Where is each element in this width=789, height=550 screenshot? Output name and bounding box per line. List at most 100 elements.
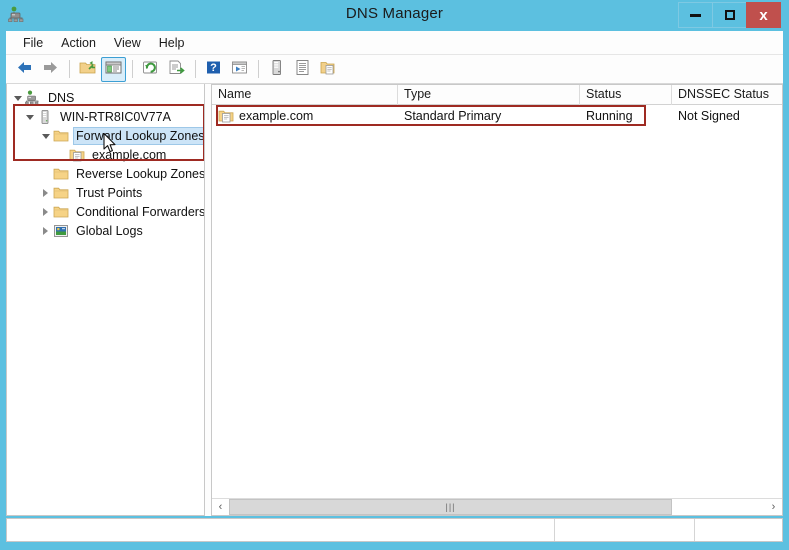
title-bar: DNS Manager x <box>0 0 789 31</box>
tree-expander[interactable] <box>39 126 52 145</box>
scrollbar-thumb[interactable]: ||| <box>229 499 672 515</box>
back-arrow-icon <box>15 59 34 79</box>
toolbar-properties-button[interactable] <box>290 57 315 82</box>
chevron-down-icon <box>25 115 34 120</box>
chevron-right-icon <box>43 207 48 216</box>
tree-node-label: Forward Lookup Zones <box>73 126 204 145</box>
menu-bar: File Action View Help <box>6 31 783 55</box>
run-icon <box>230 59 249 79</box>
svg-text:?: ? <box>210 62 217 74</box>
console-tree-pane[interactable]: DNS WIN-RTR8IC0V77A Forward Lookup Zones… <box>6 84 205 516</box>
menu-file[interactable]: File <box>14 33 52 53</box>
zone-list-pane[interactable]: Name Type Status DNSSEC Status example.c… <box>211 84 783 516</box>
column-header-name[interactable]: Name <box>212 85 398 105</box>
window-title: DNS Manager <box>345 5 444 22</box>
folder-icon <box>52 203 69 220</box>
server-icon <box>267 59 286 79</box>
status-bar <box>6 518 783 542</box>
toolbar-run-button[interactable] <box>227 57 252 82</box>
show-hide-console-tree-icon <box>104 59 123 79</box>
scroll-right-button[interactable]: › <box>765 499 782 515</box>
toolbar-separator <box>132 60 133 78</box>
properties-icon <box>293 59 312 79</box>
cell-dnssec-status: Not Signed <box>678 108 740 123</box>
tree-expander[interactable] <box>39 221 52 240</box>
cell-type: Standard Primary <box>404 108 502 123</box>
cell-status: Running <box>586 108 633 123</box>
scrollbar-track[interactable]: ||| <box>229 499 765 515</box>
tree-node-label: Trust Points <box>76 185 143 200</box>
scroll-left-button[interactable]: ‹ <box>212 499 229 515</box>
toolbar-separator <box>69 60 70 78</box>
status-segment-2 <box>555 519 695 541</box>
global-logs-icon <box>52 222 69 239</box>
help-icon: ? <box>204 59 223 79</box>
toolbar-back-button[interactable] <box>12 57 37 82</box>
minimize-button[interactable] <box>678 2 713 28</box>
zone-icon <box>68 146 85 163</box>
folder-icon <box>52 165 69 182</box>
tree-node-label: Reverse Lookup Zones <box>76 166 205 181</box>
toolbar-up-one-level-button[interactable] <box>75 57 100 82</box>
toolbar-new-zone-button[interactable] <box>316 57 341 82</box>
dns-manager-window: DNS Manager x File Action View Help ? DN… <box>0 0 789 550</box>
chevron-down-icon <box>41 134 50 139</box>
table-row[interactable]: example.com Standard Primary Running Not… <box>212 106 782 125</box>
refresh-icon <box>141 59 160 79</box>
chevron-right-icon <box>43 188 48 197</box>
server-icon <box>36 108 53 125</box>
export-list-icon <box>167 59 186 79</box>
tree-node-dns[interactable]: DNS <box>7 88 204 107</box>
tree-node-example-com[interactable]: example.com <box>7 145 204 164</box>
tree-node-reverse-lookup-zones[interactable]: Reverse Lookup Zones <box>7 164 204 183</box>
zone-icon <box>218 108 234 124</box>
toolbar-export-list-button[interactable] <box>164 57 189 82</box>
horizontal-scrollbar[interactable]: ‹ ||| › <box>212 498 782 515</box>
tree-node-forward-lookup-zones[interactable]: Forward Lookup Zones <box>7 126 204 145</box>
toolbar-show-hide-tree-button[interactable] <box>101 56 126 82</box>
tree-node-global-logs[interactable]: Global Logs <box>7 221 204 240</box>
tree-node-server[interactable]: WIN-RTR8IC0V77A <box>7 107 204 126</box>
status-segment-1 <box>7 519 555 541</box>
cell-name-text: example.com <box>239 108 314 123</box>
cell-name: example.com <box>212 108 398 124</box>
tree-expander[interactable] <box>23 107 36 126</box>
toolbar-forward-button[interactable] <box>38 57 63 82</box>
tree-expander[interactable] <box>11 88 24 107</box>
tree-expander[interactable] <box>39 183 52 202</box>
toolbar-separator <box>195 60 196 78</box>
tree-expander-placeholder <box>39 164 52 183</box>
menu-action[interactable]: Action <box>52 33 105 53</box>
tree-expander[interactable] <box>39 202 52 221</box>
list-header: Name Type Status DNSSEC Status <box>212 85 782 105</box>
tree-node-label: DNS <box>48 90 75 105</box>
menu-help[interactable]: Help <box>150 33 194 53</box>
column-header-dnssec-status[interactable]: DNSSEC Status <box>672 85 782 105</box>
toolbar-separator <box>258 60 259 78</box>
tree-node-label: Global Logs <box>76 223 143 238</box>
minimize-icon <box>690 13 701 17</box>
toolbar-new-server-button[interactable] <box>264 57 289 82</box>
tree-node-label: WIN-RTR8IC0V77A <box>60 109 171 124</box>
maximize-button[interactable] <box>712 2 747 28</box>
scrollbar-grip: ||| <box>445 502 456 512</box>
new-zone-icon <box>319 59 338 79</box>
window-controls: x <box>678 2 781 28</box>
column-header-type[interactable]: Type <box>398 85 580 105</box>
tree-node-trust-points[interactable]: Trust Points <box>7 183 204 202</box>
tree-node-conditional-forwarders[interactable]: Conditional Forwarders <box>7 202 204 221</box>
close-icon: x <box>759 6 768 24</box>
tree-node-label: example.com <box>92 147 167 162</box>
status-segment-3 <box>695 519 782 541</box>
folder-icon <box>52 184 69 201</box>
up-folder-icon <box>78 59 97 79</box>
maximize-icon <box>724 10 735 20</box>
menu-view[interactable]: View <box>105 33 150 53</box>
column-header-status[interactable]: Status <box>580 85 672 105</box>
toolbar-help-button[interactable]: ? <box>201 57 226 82</box>
toolbar: ? <box>6 55 783 84</box>
toolbar-refresh-button[interactable] <box>138 57 163 82</box>
tree-node-label: Conditional Forwarders <box>76 204 205 219</box>
dns-console-icon <box>24 89 41 106</box>
close-button[interactable]: x <box>746 2 781 28</box>
